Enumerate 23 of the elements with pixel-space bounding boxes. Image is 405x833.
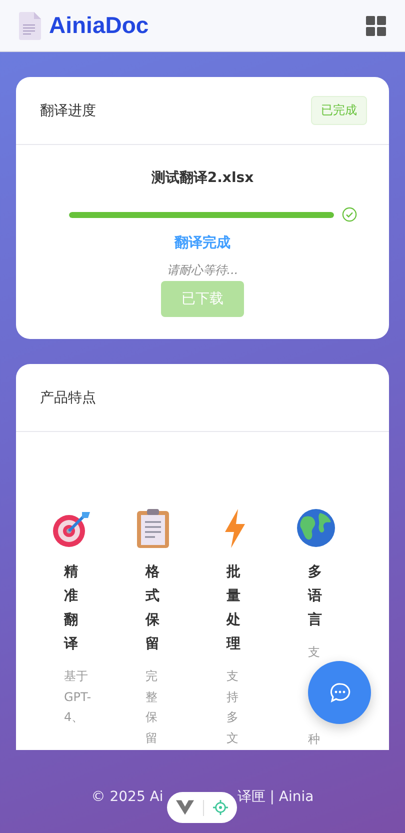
feature-title: 格式保留: [145, 563, 160, 654]
footer-text: © 2025 Ai: [91, 788, 164, 804]
footer-text: 译匣 | Ainia: [237, 788, 314, 806]
card-title: 产品特点: [40, 388, 96, 406]
feature-description: 基于GPT-4、: [64, 668, 92, 726]
feature-title: 多语言: [308, 563, 322, 630]
feature-description: 支: [308, 644, 320, 661]
feature-description: 完整保留: [145, 668, 158, 746]
feature-title: 精准翻译: [64, 563, 78, 654]
grid-menu-icon[interactable]: [366, 16, 386, 36]
brand-name: AiniaDoc: [49, 12, 149, 39]
card-title: 翻译进度: [40, 102, 96, 120]
document-icon: [19, 12, 41, 40]
chat-bubble-icon: [328, 680, 352, 704]
feature-description: 种: [308, 730, 320, 748]
hint-text: 请耐心等待...: [166, 262, 238, 279]
status-text: 翻译完成: [174, 234, 230, 252]
chevron-logo-icon[interactable]: [176, 800, 194, 815]
globe-icon: [296, 508, 336, 548]
status-badge: 已完成: [311, 96, 367, 125]
feature-description: 支持多文: [226, 668, 238, 746]
file-name: 测试翻译2.xlsx: [151, 169, 254, 187]
feature-title: 批量处理: [226, 563, 240, 654]
